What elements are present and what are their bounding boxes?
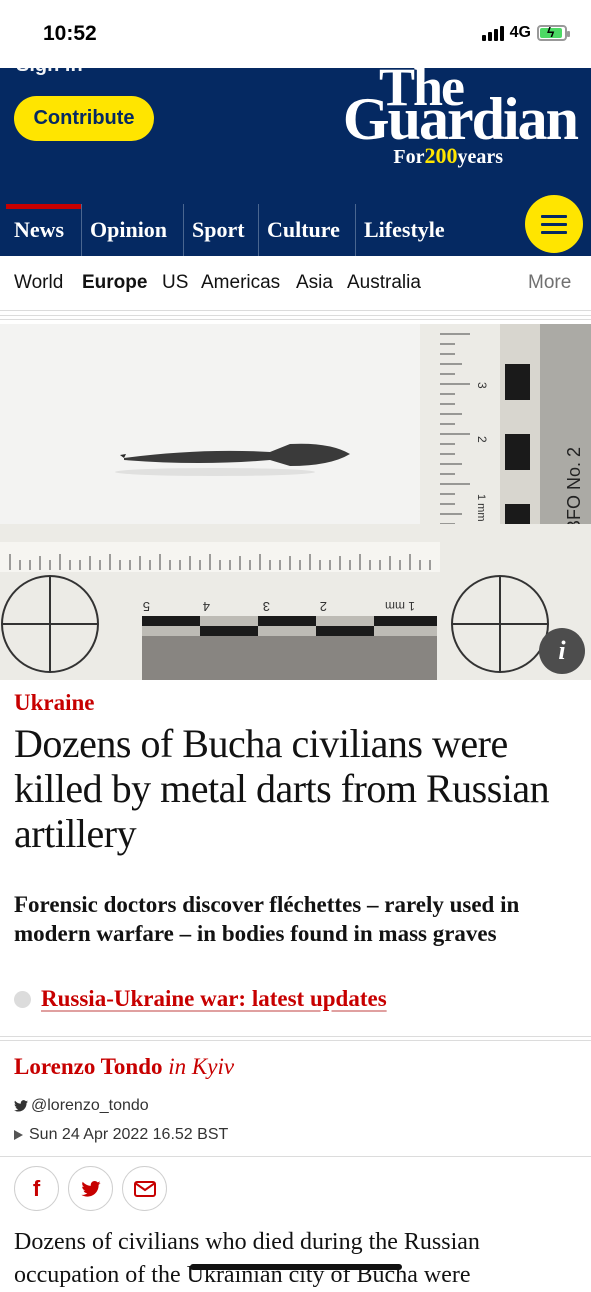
article-body: Dozens of civilians who died during the … [14, 1229, 480, 1288]
pillar-news[interactable]: News [6, 204, 81, 256]
dateline[interactable]: Sun 24 Apr 2022 16.52 BST [14, 1126, 228, 1144]
pillar-lifestyle[interactable]: Lifestyle [355, 204, 465, 256]
ruler-right-label-2: 2 [475, 436, 489, 443]
pillar-sport[interactable]: Sport [183, 204, 258, 256]
live-dot-icon [14, 990, 31, 1008]
status-bar: 10:52 4G ϟ [0, 0, 591, 68]
ruler-label-1mm: 1 mm [385, 599, 415, 613]
tagline-number: 200 [424, 143, 458, 168]
home-indicator[interactable] [190, 1264, 402, 1270]
byline: Lorenzo Tondo in Kyiv [14, 1054, 234, 1080]
twitter-icon [80, 1180, 101, 1197]
email-share-button[interactable] [122, 1166, 167, 1211]
ruler-right-label-3: 3 [475, 382, 489, 389]
subnav-europe[interactable]: Europe [82, 272, 147, 294]
author-name[interactable]: Lorenzo Tondo [14, 1054, 163, 1079]
twitter-bird-icon [14, 1100, 28, 1112]
network-type: 4G [509, 24, 531, 41]
signal-icon [481, 25, 504, 41]
divider [0, 1036, 591, 1037]
live-updates-label: Russia-Ukraine war: latest updates [41, 986, 387, 1011]
divider [0, 315, 591, 316]
logo-tagline: For200years [393, 143, 503, 169]
live-updates-link[interactable]: Russia-Ukraine war: latest updates [14, 986, 387, 1012]
email-icon [133, 1180, 156, 1197]
subnav-australia[interactable]: Australia [347, 272, 421, 294]
subnav-more[interactable]: More [528, 272, 571, 294]
subnav-us[interactable]: US [162, 272, 188, 294]
expand-triangle-icon [14, 1130, 23, 1140]
masthead: Sign in Contribute The Guardian For200ye… [0, 68, 591, 204]
divider [0, 1040, 591, 1041]
twitter-share-button[interactable] [68, 1166, 113, 1211]
logo-guardian: Guardian [342, 86, 579, 152]
divider [0, 1156, 591, 1157]
ruler-right-label-1: 1 mm [475, 494, 487, 522]
battery-icon: ϟ [537, 24, 570, 41]
facebook-icon: f [32, 1175, 41, 1201]
pillar-culture[interactable]: Culture [258, 204, 355, 256]
sign-in-link[interactable]: Sign in [16, 68, 83, 77]
twitter-handle-link[interactable]: @lorenzo_tondo [14, 1097, 149, 1115]
ruler-label-5: 5 [143, 599, 150, 614]
flechette-photo: ABFO No. 2 3 2 1 mm 5 4 3 2 1 mm [0, 324, 591, 680]
sub-nav: World Europe US Americas Asia Australia … [0, 256, 591, 311]
article-headline: Dozens of Bucha civilians were killed by… [14, 721, 550, 856]
divider [0, 319, 591, 320]
status-time: 10:52 [43, 22, 97, 45]
ruler-label-2: 2 [320, 599, 327, 614]
pillar-nav: News Opinion Sport Culture Lifestyle [0, 204, 591, 256]
pillar-opinion[interactable]: Opinion [81, 204, 182, 256]
article-standfirst: Forensic doctors discover fléchettes – r… [14, 892, 520, 946]
image-info-button[interactable]: i [539, 628, 585, 674]
subnav-asia[interactable]: Asia [296, 272, 333, 294]
twitter-handle: @lorenzo_tondo [31, 1097, 149, 1114]
publish-date: Sun 24 Apr 2022 16.52 BST [29, 1126, 229, 1143]
subnav-world[interactable]: World [14, 272, 63, 294]
ruler-label-3: 3 [263, 599, 270, 614]
tagline-suffix: years [457, 146, 503, 168]
hero-image[interactable]: ABFO No. 2 3 2 1 mm 5 4 3 2 1 mm [0, 324, 591, 680]
hamburger-menu-icon[interactable] [525, 195, 583, 253]
contribute-button[interactable]: Contribute [14, 96, 154, 141]
ruler-label-4: 4 [203, 599, 210, 614]
status-indicators: 4G ϟ [481, 24, 570, 42]
article-kicker[interactable]: Ukraine [14, 690, 95, 716]
author-location: in Kyiv [168, 1054, 235, 1079]
facebook-share-button[interactable]: f [14, 1166, 59, 1211]
subnav-americas[interactable]: Americas [201, 272, 280, 294]
tagline-prefix: For [393, 146, 425, 168]
